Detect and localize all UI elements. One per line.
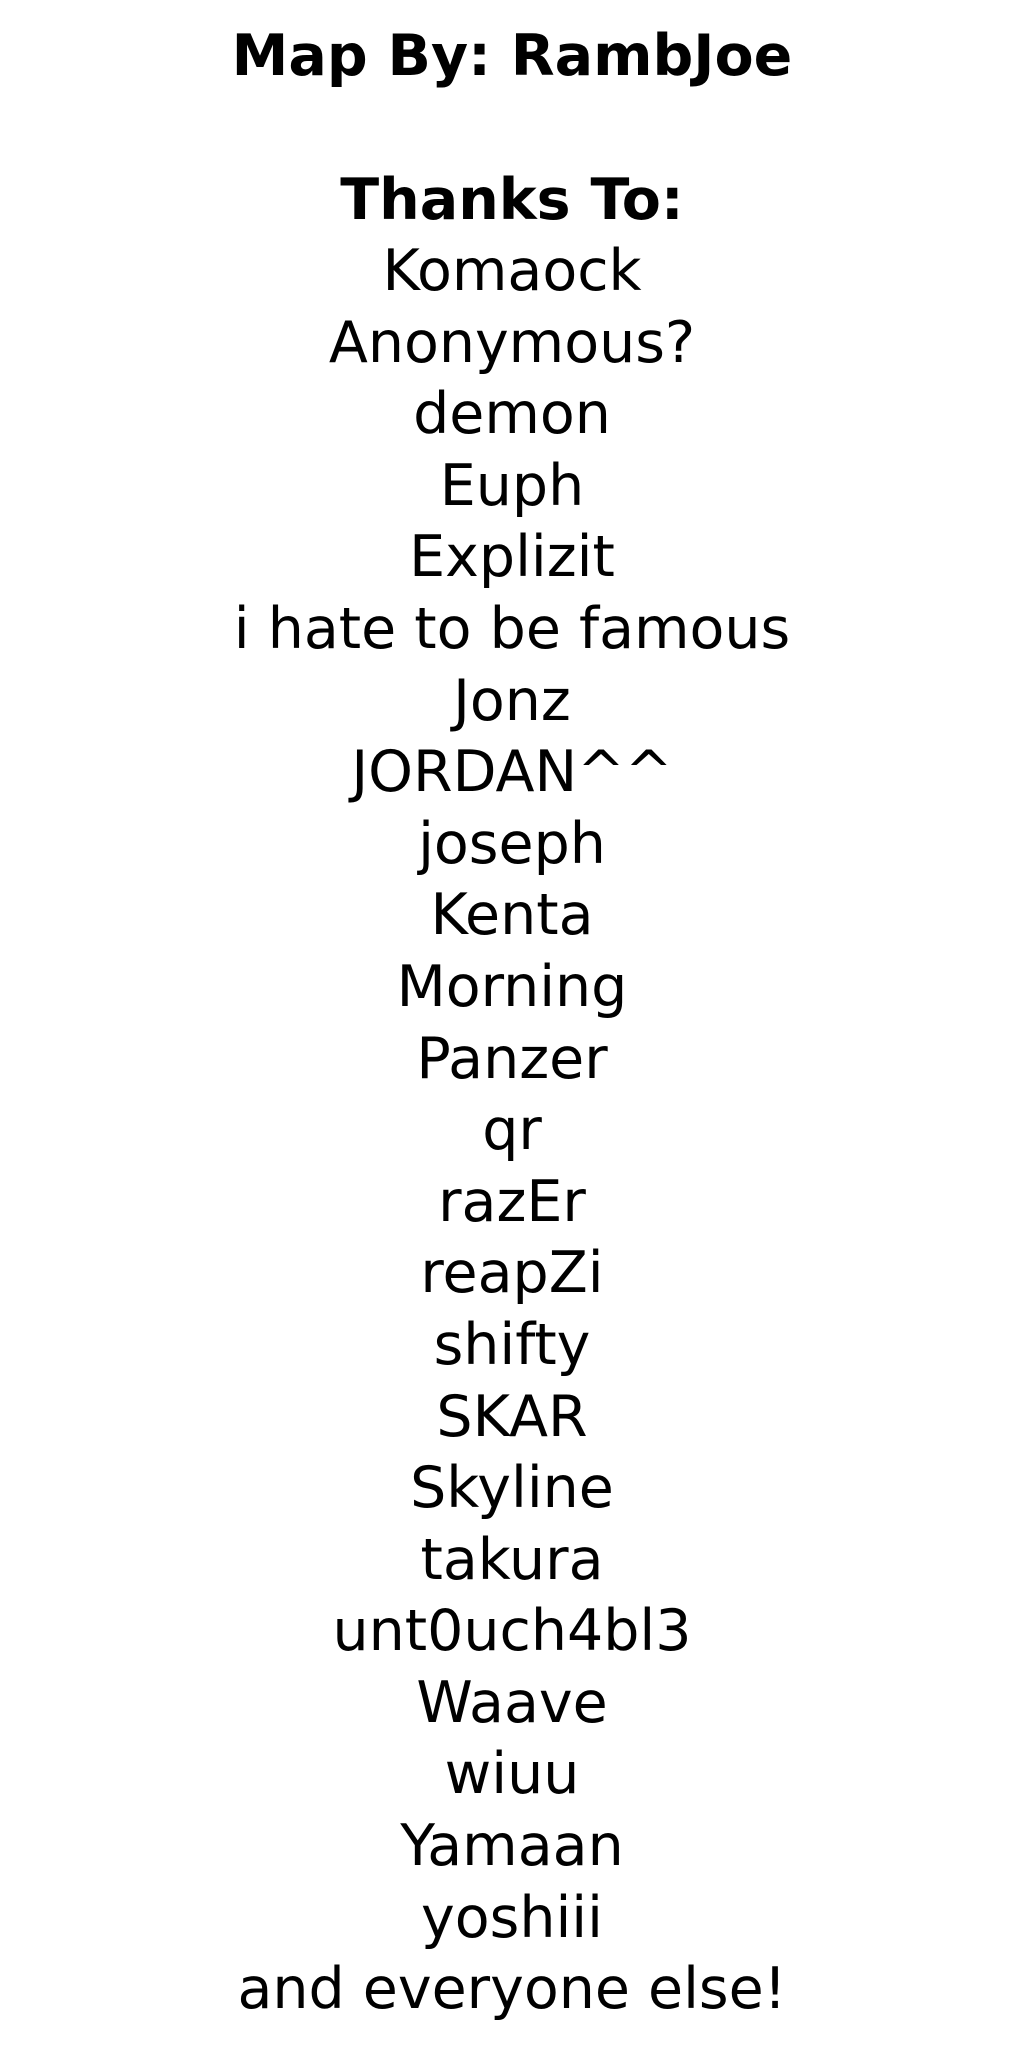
- thanks-name-item: wiuu: [444, 1741, 580, 1808]
- credits-block: Map By: RambJoe Thanks To: Komaock Anonym…: [0, 20, 1024, 2026]
- map-author-heading: Map By: RambJoe: [231, 23, 793, 89]
- thanks-name-item: i hate to be famous: [233, 595, 791, 662]
- thanks-name-item: reapZi: [420, 1240, 604, 1307]
- thanks-name-item: demon: [413, 381, 611, 448]
- thanks-name-item: Waave: [416, 1669, 608, 1736]
- thanks-name-item: Komaock: [382, 238, 642, 304]
- thanks-name-item: JORDAN^^: [351, 739, 673, 806]
- thanks-name-item: razEr: [438, 1168, 586, 1235]
- thanks-name-item: Skyline: [410, 1455, 614, 1522]
- thanks-name-item: Explizit: [409, 524, 615, 591]
- thanks-name-item: Panzer: [416, 1025, 608, 1092]
- thanks-name-item: and everyone else!: [237, 1956, 787, 2023]
- thanks-name-item: Euph: [439, 452, 585, 519]
- thanks-name-item: takura: [420, 1526, 604, 1593]
- thanks-name-item: shifty: [433, 1311, 591, 1378]
- thanks-name-item: SKAR: [436, 1383, 588, 1450]
- thanks-name-item: qr: [482, 1097, 542, 1164]
- thanks-name-item: yoshiii: [421, 1884, 603, 1951]
- thanks-name-item: Kenta: [430, 882, 594, 949]
- thanks-name-item: Jonz: [453, 667, 571, 734]
- thanks-name-item: joseph: [418, 810, 606, 877]
- thanks-name-item: Yamaan: [400, 1813, 624, 1880]
- thanks-name-item: Anonymous?: [328, 309, 696, 376]
- thanks-name-item: unt0uch4bl3: [332, 1598, 692, 1665]
- thanks-name-item: Morning: [396, 953, 628, 1020]
- credits-page: Map By: RambJoe Thanks To: Komaock Anonym…: [0, 0, 1024, 2048]
- thanks-heading: Thanks To:: [340, 167, 684, 233]
- thanks-name-list: Komaock Anonymous? demon Euph Explizit i hate…: [0, 236, 1024, 2026]
